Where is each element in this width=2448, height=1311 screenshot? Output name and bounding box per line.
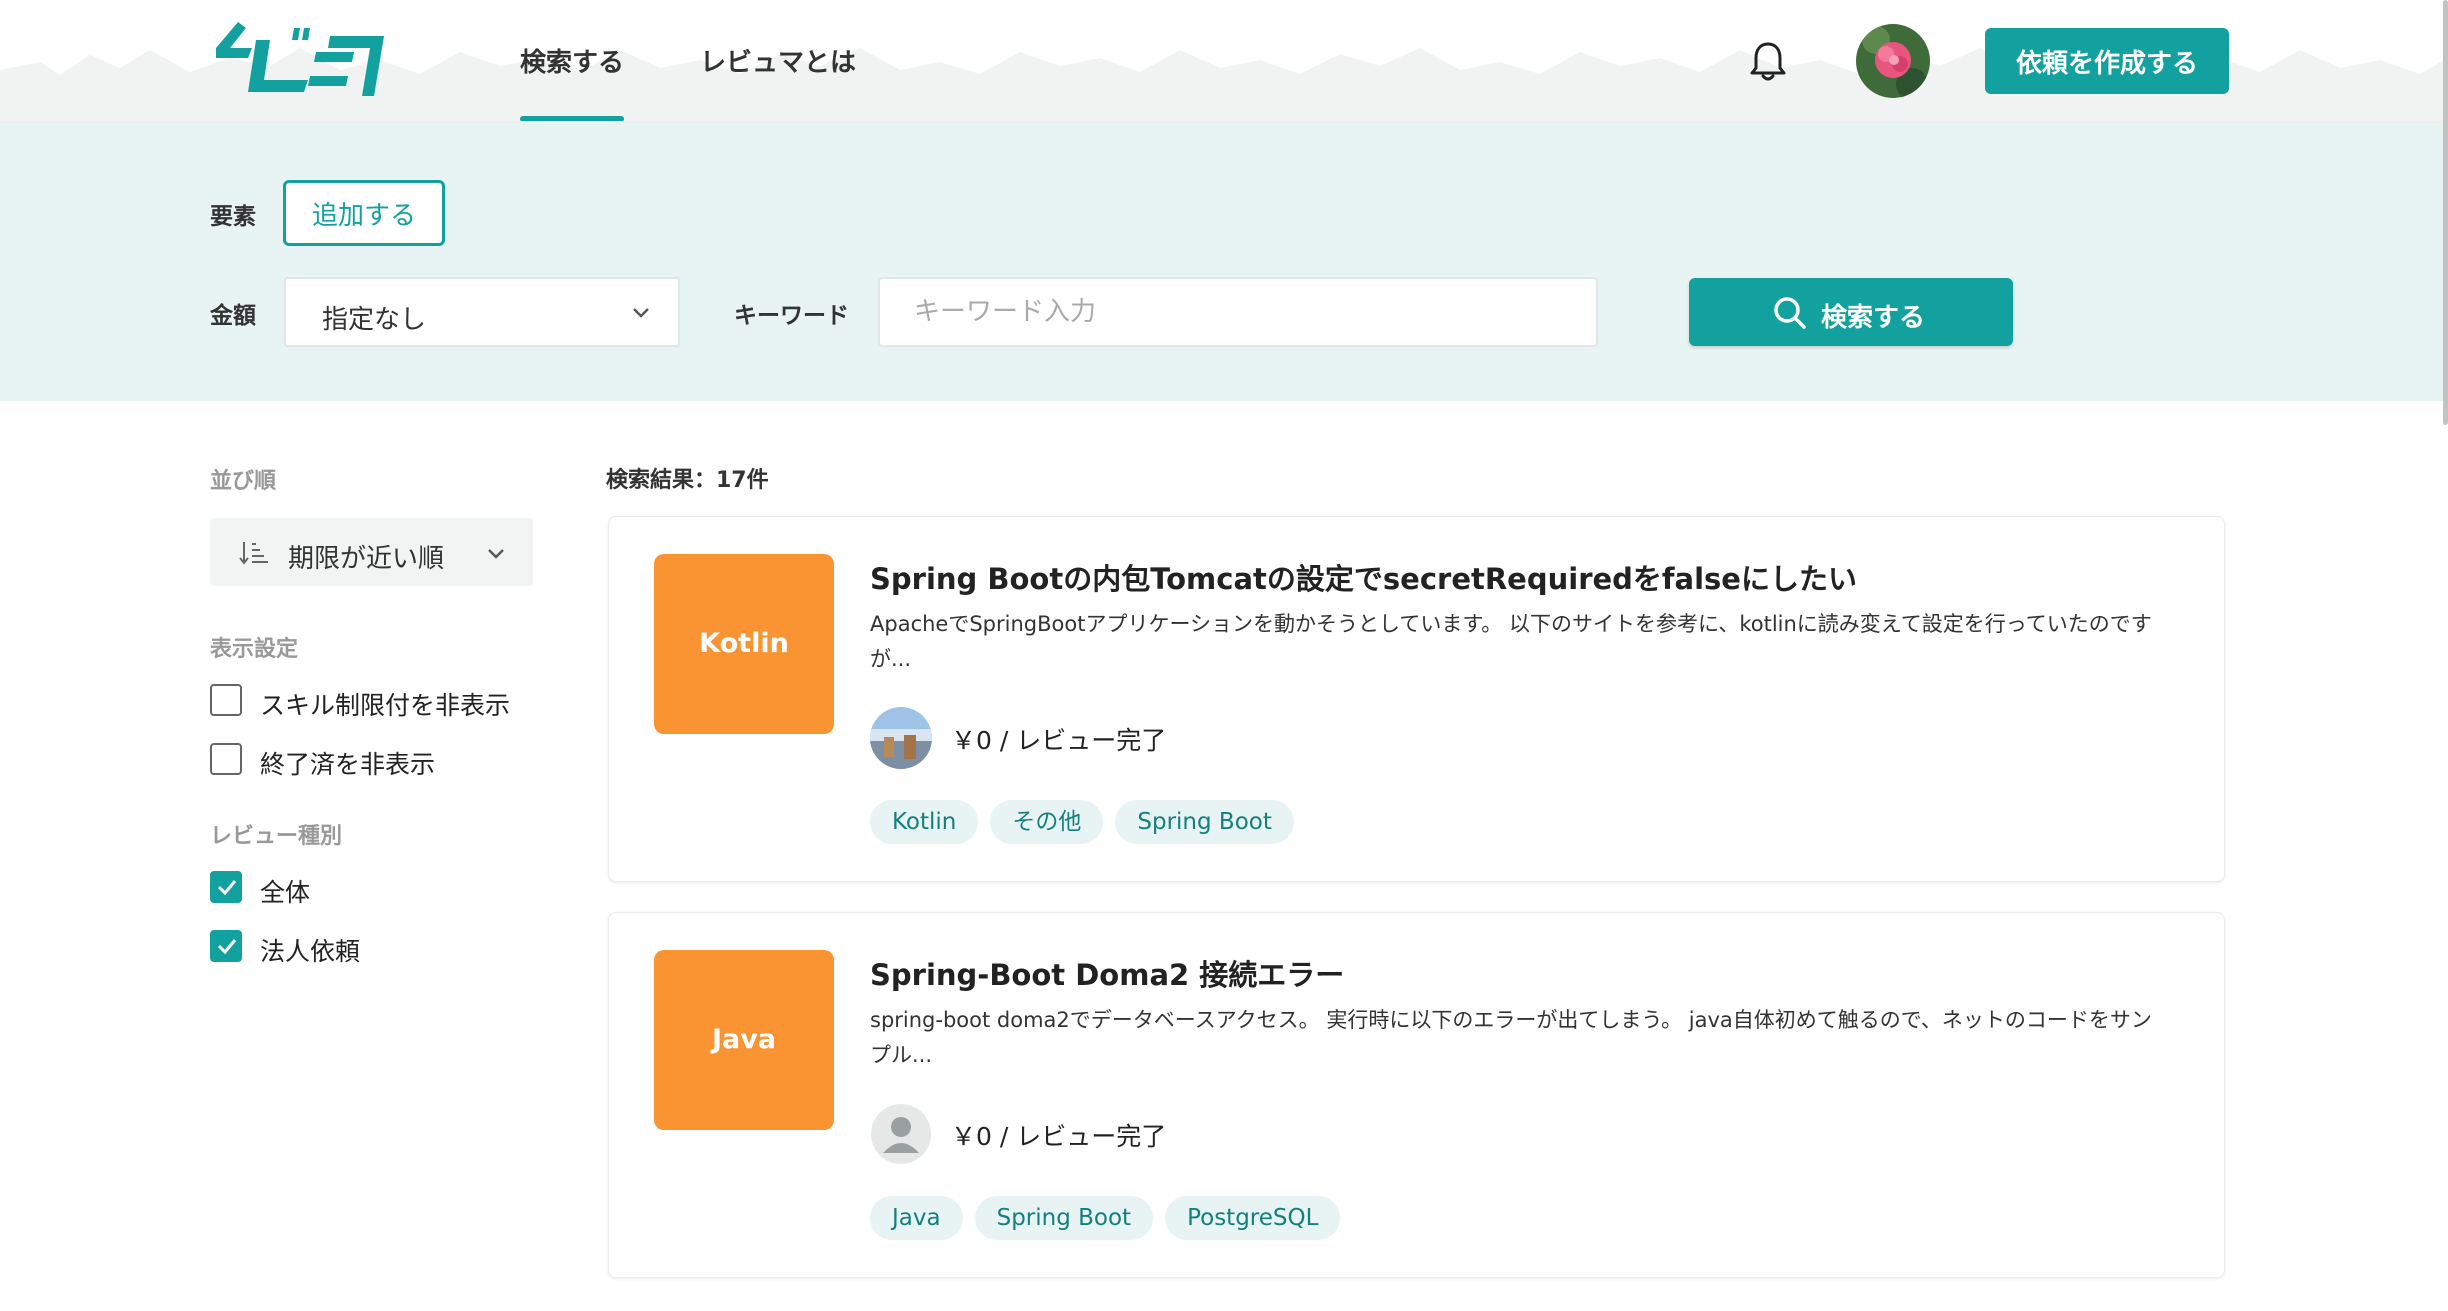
card-tags: Kotlin その他 Spring Boot [870, 800, 1306, 844]
card-title[interactable]: Spring Bootの内包Tomcatの設定でsecretRequiredをf… [870, 556, 1857, 598]
check-icon [217, 939, 237, 954]
top-header: 検索する レビュマとは 依頼を作成する [0, 0, 2448, 123]
bell-icon[interactable] [1750, 40, 1786, 82]
checkbox[interactable] [210, 743, 242, 775]
search-panel [0, 123, 2448, 401]
chevron-down-icon [488, 549, 504, 559]
card-description: ApacheでSpringBootアプリケーションを動かそうとしています。 以下… [870, 612, 2152, 671]
create-request-button[interactable]: 依頼を作成する [1985, 28, 2229, 94]
checkbox-checked[interactable] [210, 871, 242, 903]
add-element-button[interactable]: 追加する [283, 180, 445, 246]
checkbox-label: スキル制限付を非表示 [260, 691, 511, 720]
check-icon [217, 880, 237, 895]
card-thumbnail: Kotlin [654, 554, 834, 734]
tag[interactable]: Spring Boot [1115, 800, 1294, 844]
sort-select-value: 期限が近い順 [288, 544, 445, 574]
review-type-heading: レビュー種別 [210, 824, 343, 849]
tag[interactable]: その他 [990, 800, 1104, 844]
card-thumbnail: Java [654, 950, 834, 1130]
tag[interactable]: Kotlin [870, 800, 979, 844]
price-select-value: 指定なし [322, 305, 427, 335]
chevron-down-icon [633, 308, 649, 318]
card-tags: Java Spring Boot PostgreSQL [870, 1196, 1352, 1240]
search-icon [1774, 297, 1806, 329]
price-select[interactable]: 指定なし [284, 277, 680, 347]
card-price-status: ￥0 / レビュー完了 [951, 1122, 1167, 1151]
price-label: 金額 [210, 303, 256, 329]
result-count: 検索結果：17件 [606, 468, 769, 493]
checkbox-label: 全体 [260, 878, 311, 907]
reviewer-logo[interactable] [208, 18, 393, 100]
tag[interactable]: PostgreSQL [1165, 1196, 1341, 1240]
search-button[interactable]: 検索する [1689, 278, 2013, 346]
tag[interactable]: Java [870, 1196, 963, 1240]
user-avatar [870, 707, 932, 769]
nav-tab-about[interactable]: レビュマとは [700, 42, 857, 121]
display-heading: 表示設定 [210, 637, 299, 662]
user-avatar[interactable] [1856, 24, 1930, 98]
result-card[interactable]: Java Spring-Boot Doma2 接続エラー spring-boot… [608, 912, 2225, 1278]
checkbox-label: 法人依頼 [260, 937, 361, 966]
page-scrollbar[interactable] [2443, 0, 2448, 425]
checkbox-checked[interactable] [210, 930, 242, 962]
sort-heading: 並び順 [210, 469, 277, 494]
nav-tab-search-label: 検索する [520, 48, 625, 78]
checkbox-label: 終了済を非表示 [260, 750, 436, 779]
nav-tab-about-label: レビュマとは [700, 48, 857, 78]
element-label: 要素 [210, 204, 256, 230]
nav-tab-search[interactable]: 検索する [520, 42, 625, 121]
keyword-label: キーワード [734, 303, 849, 329]
card-price-status: ￥0 / レビュー完了 [951, 726, 1167, 755]
checkbox[interactable] [210, 684, 242, 716]
keyword-input[interactable] [878, 277, 1598, 347]
card-description: spring-boot doma2でデータベースアクセス。 実行時に以下のエラー… [870, 1008, 2152, 1067]
sort-select[interactable]: 期限が近い順 [210, 518, 533, 586]
sort-icon [239, 542, 268, 565]
search-button-label: 検索する [1821, 303, 1926, 333]
result-card[interactable]: Kotlin Spring Bootの内包Tomcatの設定でsecretReq… [608, 516, 2225, 882]
tag[interactable]: Spring Boot [974, 1196, 1154, 1240]
default-user-icon [871, 1104, 931, 1164]
card-title[interactable]: Spring-Boot Doma2 接続エラー [870, 952, 1344, 994]
